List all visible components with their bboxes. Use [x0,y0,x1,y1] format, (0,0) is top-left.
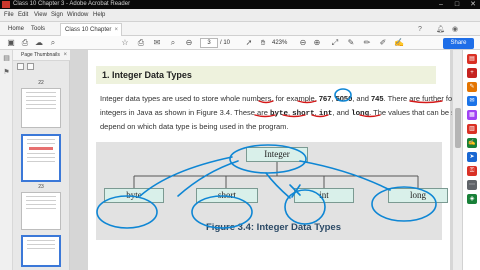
highlight-icon[interactable]: ✏ [362,38,372,48]
close-icon[interactable]: × [63,50,67,61]
app-icon [2,1,10,8]
example-number: 767 [318,94,332,103]
mail-icon[interactable]: ✉ [152,38,162,48]
thumbnail-number: 23 [38,184,44,190]
fit-page-icon[interactable]: ⤢ [330,38,340,48]
combine-icon[interactable]: ▦ [467,110,477,120]
protect-icon[interactable]: ⚿ [467,166,477,176]
tab-bar: Home Tools Class 10 Chapter 3... × ? 🔔︎ … [0,22,480,46]
sign-icon[interactable]: ✍ [394,38,404,48]
section-number: 1. [102,70,110,80]
help-icon[interactable]: ? [418,23,422,36]
node-short: short [196,188,258,203]
section-title: Integer Data Types [112,70,192,80]
window-title: Class 10 Chapter 3 - Adobe Acrobat Reade… [13,1,131,7]
prev-page-icon[interactable]: ⊖ [184,38,194,48]
pdf-page: 1. Integer Data Types Integer data types… [88,50,480,270]
menu-file[interactable]: File [4,9,14,22]
thumbnails-title: Page Thumbnails [21,52,60,58]
zoom-out-icon[interactable]: ⊖ [298,38,308,48]
close-icon[interactable]: ✕ [468,0,478,9]
node-long: long [388,188,448,203]
thumbnail-page[interactable] [21,88,61,128]
thumbnail-page-selected[interactable] [21,134,61,182]
zoom-in-icon[interactable]: ⊕ [312,38,322,48]
thumbnail-number: 22 [38,80,44,86]
thumbnails-panel: Page Thumbnails × 22 23 [13,50,70,270]
print-icon-2[interactable]: ⎙ [136,38,146,48]
minimize-icon[interactable]: – [436,0,446,9]
scrollbar-thumb[interactable] [455,108,461,148]
keyword-byte: byte [269,110,288,118]
save-icon[interactable]: ▣ [6,38,16,48]
more-tools-icon[interactable]: ⋯ [467,180,477,190]
pdf-export-icon[interactable]: ▤ [467,54,477,64]
right-tools-rail: ▤ + ✎ ✉ ▦ ▥ ✍ ➤ ⚿ ⋯ ◈ [462,50,480,270]
send-icon[interactable]: ➤ [467,152,477,162]
document-viewport[interactable]: 1. Integer Data Types Integer data types… [70,50,480,270]
tab-document[interactable]: Class 10 Chapter 3... × [60,23,122,46]
bookmark-icon[interactable]: ⚑ [2,68,11,77]
example-number: 5050 [335,94,353,103]
maximize-icon[interactable]: □ [452,0,462,9]
thumbnail-page-selected[interactable] [21,235,61,267]
fill-sign-icon[interactable]: ✍ [467,138,477,148]
section-heading: 1. Integer Data Types [96,66,436,84]
example-number: 745 [371,94,384,103]
node-int: int [294,188,354,203]
optimize-icon[interactable]: ◈ [467,194,477,204]
page-number-input[interactable]: 3 [200,38,218,48]
vertical-scrollbar[interactable] [452,50,462,270]
edit-pdf-icon[interactable]: ✎ [467,82,477,92]
acrobat-window: Class 10 Chapter 3 - Adobe Acrobat Reade… [0,0,480,270]
draw-icon[interactable]: ✐ [378,38,388,48]
keyword-long: long [351,110,370,118]
search-icon[interactable]: ⌕ [48,38,58,48]
menu-sign[interactable]: Sign [51,9,63,22]
zoom-level[interactable]: 423% [272,38,294,48]
thumbnails-header: Page Thumbnails × [13,50,70,61]
node-byte: byte [104,188,164,203]
menu-help[interactable]: Help [93,9,105,22]
paragraph-line-3: depend on which data type is being used … [100,122,289,131]
thumb-options-icon[interactable] [17,63,24,70]
paragraph-line-1: Integer data types are used to store who… [100,94,480,103]
sign-in-icon[interactable]: ◉ [452,23,458,36]
thumb-delete-icon[interactable] [27,63,34,70]
title-bar: Class 10 Chapter 3 - Adobe Acrobat Reade… [0,0,480,9]
tab-tools[interactable]: Tools [27,23,49,36]
keyword-short: short [292,110,315,118]
figure-caption: Figure 3.4: Integer Data Types [206,222,341,233]
menu-edit[interactable]: Edit [18,9,28,22]
hand-icon[interactable]: ✋︎ [258,38,268,48]
tab-home[interactable]: Home [4,23,28,36]
toolbar: ▣ ⎙ ☁ ⌕ ☆ ⎙ ✉ ⌕ ⊖ 3 / 10 ➚ ✋︎ 423% ⊖ ⊕ ⤢… [0,36,480,50]
print-icon[interactable]: ⎙ [20,38,30,48]
node-integer: Integer [246,147,308,162]
create-pdf-icon[interactable]: + [467,68,477,78]
menu-window[interactable]: Window [67,9,88,22]
menu-bar: File Edit View Sign Window Help [0,9,480,22]
left-rail: ▤ ⚑ [0,50,13,270]
organize-icon[interactable]: ▥ [467,124,477,134]
thumbnail-tools [17,63,34,71]
page-count: / 10 [220,40,231,46]
share-button[interactable]: Share [443,38,474,49]
comment-tool-icon[interactable]: ✉ [467,96,477,106]
comment-icon[interactable]: ✎ [346,38,356,48]
paragraph-line-2: integers in Java as shown in Figure 3.4.… [100,108,480,118]
thumbnail-page[interactable] [21,192,61,230]
star-icon[interactable]: ☆ [120,38,130,48]
keyword-int: int [318,110,333,118]
cursor-icon[interactable]: ➚ [244,38,254,48]
bell-icon[interactable]: 🔔︎ [436,23,445,36]
thumbnails-icon[interactable]: ▤ [2,54,11,63]
search-icon-2[interactable]: ⌕ [168,38,178,48]
menu-view[interactable]: View [34,9,47,22]
cloud-icon[interactable]: ☁ [34,38,44,48]
